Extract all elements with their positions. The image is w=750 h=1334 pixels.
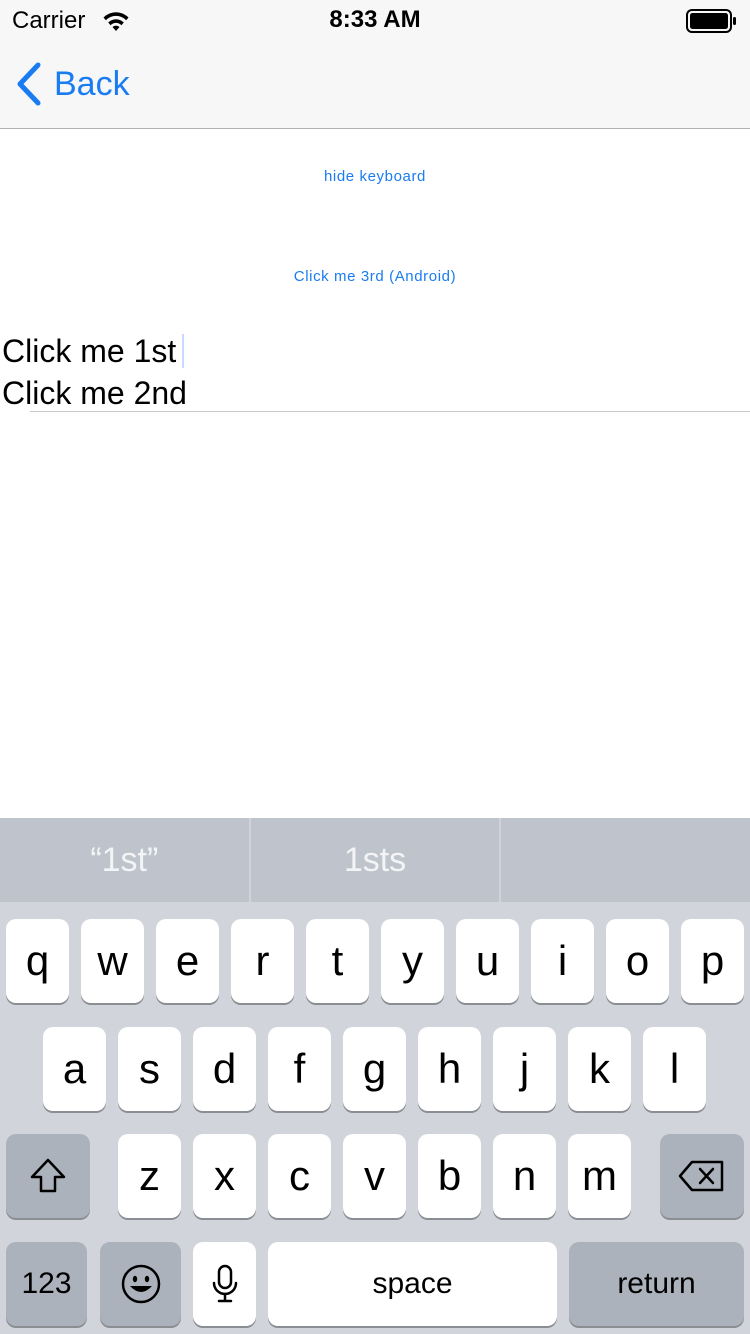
key-f[interactable]: f (268, 1027, 331, 1111)
multiline-text-input[interactable]: Click me 1st Click me 2nd (2, 330, 750, 414)
microphone-icon (212, 1264, 237, 1303)
status-bar: Carrier 8:33 AM (0, 0, 750, 40)
key-m[interactable]: m (568, 1134, 631, 1218)
key-h[interactable]: h (418, 1027, 481, 1111)
key-q[interactable]: q (6, 919, 69, 1003)
suggestion-3[interactable] (501, 818, 750, 902)
screen: Carrier 8:33 AM Back hide keyboard Click… (0, 0, 750, 1334)
key-z[interactable]: z (118, 1134, 181, 1218)
emoji-icon (121, 1264, 160, 1304)
key-e[interactable]: e (156, 919, 219, 1003)
delete-icon (678, 1160, 724, 1192)
key-r[interactable]: r (231, 919, 294, 1003)
key-a[interactable]: a (43, 1027, 106, 1111)
text-cursor (182, 334, 184, 368)
suggestion-bar: “1st” 1sts (0, 818, 750, 902)
text-line-2: Click me 2nd (2, 375, 187, 411)
suggestion-1[interactable]: “1st” (0, 818, 249, 902)
text-line-1: Click me 1st (2, 333, 177, 369)
navigation-bar: Back (0, 40, 750, 129)
hide-keyboard-button[interactable]: hide keyboard (0, 168, 750, 185)
key-o[interactable]: o (606, 919, 669, 1003)
clock: 8:33 AM (329, 6, 421, 33)
shift-key[interactable] (6, 1134, 90, 1218)
space-key[interactable]: space (268, 1242, 557, 1326)
key-d[interactable]: d (193, 1027, 256, 1111)
key-x[interactable]: x (193, 1134, 256, 1218)
shift-icon (30, 1158, 66, 1193)
click-me-3rd-button[interactable]: Click me 3rd (Android) (0, 268, 750, 285)
key-y[interactable]: y (381, 919, 444, 1003)
key-u[interactable]: u (456, 919, 519, 1003)
key-n[interactable]: n (493, 1134, 556, 1218)
chevron-left-icon (17, 62, 41, 106)
key-j[interactable]: j (493, 1027, 556, 1111)
key-v[interactable]: v (343, 1134, 406, 1218)
key-l[interactable]: l (643, 1027, 706, 1111)
delete-key[interactable] (660, 1134, 744, 1218)
key-i[interactable]: i (531, 919, 594, 1003)
emoji-key[interactable] (100, 1242, 181, 1326)
back-button[interactable]: Back (14, 60, 130, 108)
key-k[interactable]: k (568, 1027, 631, 1111)
back-label: Back (54, 64, 130, 103)
key-g[interactable]: g (343, 1027, 406, 1111)
battery-icon (686, 9, 736, 33)
key-t[interactable]: t (306, 919, 369, 1003)
key-c[interactable]: c (268, 1134, 331, 1218)
key-b[interactable]: b (418, 1134, 481, 1218)
keyboard: “1st” 1sts q w e r t y u i o p a s d f g… (0, 818, 750, 1334)
field-underline (30, 411, 750, 412)
return-key[interactable]: return (569, 1242, 744, 1326)
suggestion-2[interactable]: 1sts (251, 818, 500, 902)
dictation-key[interactable] (193, 1242, 256, 1326)
key-p[interactable]: p (681, 919, 744, 1003)
key-s[interactable]: s (118, 1027, 181, 1111)
numbers-key[interactable]: 123 (6, 1242, 87, 1326)
key-w[interactable]: w (81, 919, 144, 1003)
